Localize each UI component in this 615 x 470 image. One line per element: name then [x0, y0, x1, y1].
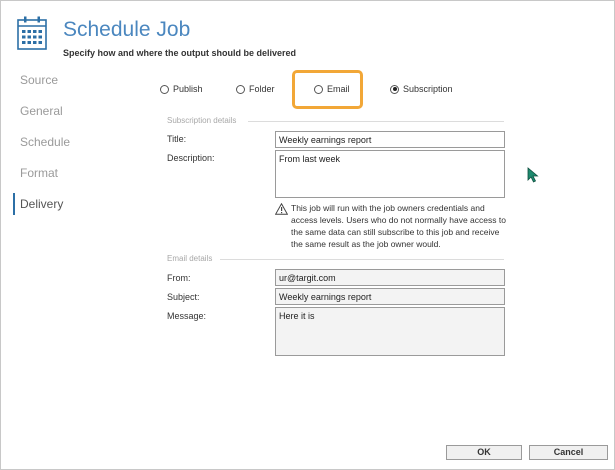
- email-section-label: Email details: [167, 254, 213, 263]
- credentials-warning: This job will run with the job owners cr…: [275, 202, 515, 250]
- sidebar-item-delivery[interactable]: Delivery: [13, 193, 123, 215]
- sidebar-item-schedule[interactable]: Schedule: [13, 131, 123, 153]
- radio-unchecked-icon: [236, 84, 245, 94]
- section-divider: [220, 259, 504, 260]
- mouse-cursor-icon: [527, 167, 539, 183]
- publish-radio[interactable]: Publish: [160, 81, 203, 97]
- from-label: From:: [167, 273, 191, 283]
- from-field[interactable]: ur@targit.com: [275, 269, 505, 286]
- description-label: Description:: [167, 153, 215, 163]
- ok-button[interactable]: OK: [446, 445, 522, 460]
- subscription-section-label: Subscription details: [167, 116, 237, 125]
- calendar-icon: [17, 16, 47, 50]
- subject-label: Subject:: [167, 292, 200, 302]
- title-label: Title:: [167, 134, 187, 144]
- subject-field[interactable]: Weekly earnings report: [275, 288, 505, 305]
- sidebar-item-general[interactable]: General: [13, 100, 123, 122]
- radio-unchecked-icon: [160, 84, 169, 94]
- email-option-highlight: [292, 70, 363, 109]
- folder-radio-label: Folder: [249, 84, 275, 94]
- warning-text: This job will run with the job owners cr…: [291, 203, 506, 249]
- schedule-job-dialog: Schedule Job Specify how and where the o…: [0, 0, 615, 470]
- radio-checked-icon: [390, 84, 399, 94]
- sidebar-item-source[interactable]: Source: [13, 69, 123, 91]
- sidebar-item-format[interactable]: Format: [13, 162, 123, 184]
- title-field[interactable]: Weekly earnings report: [275, 131, 505, 148]
- dialog-title: Schedule Job: [63, 18, 191, 41]
- message-field[interactable]: Here it is: [275, 307, 505, 356]
- message-label: Message:: [167, 311, 207, 321]
- section-divider: [248, 121, 504, 122]
- cancel-button[interactable]: Cancel: [529, 445, 608, 460]
- subscription-radio[interactable]: Subscription: [390, 81, 453, 97]
- subscription-radio-label: Subscription: [403, 84, 453, 94]
- description-field[interactable]: From last week: [275, 150, 505, 198]
- folder-radio[interactable]: Folder: [236, 81, 275, 97]
- publish-radio-label: Publish: [173, 84, 203, 94]
- warning-icon: [275, 203, 288, 215]
- dialog-subtitle: Specify how and where the output should …: [63, 48, 297, 58]
